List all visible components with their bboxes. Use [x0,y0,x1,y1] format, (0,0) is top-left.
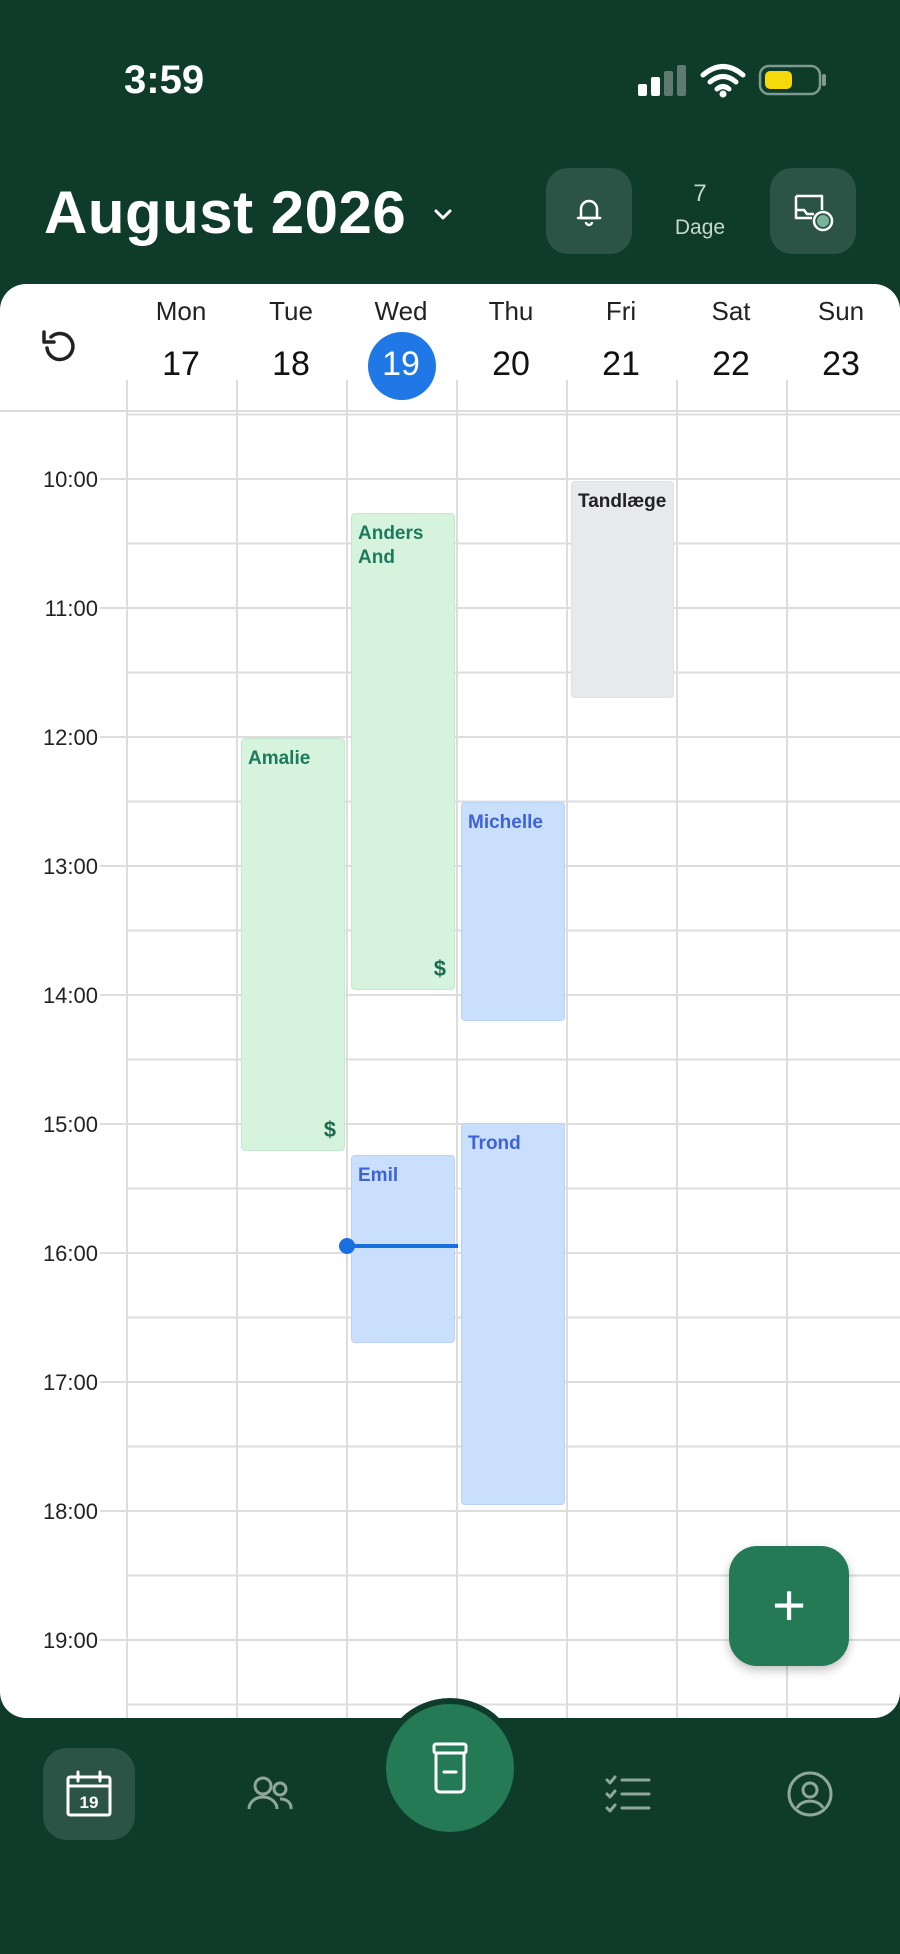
nav-profile[interactable] [764,1748,856,1840]
paid-icon: $ [433,956,446,981]
calendar-icon-date: 19 [80,1793,99,1812]
add-event-button[interactable]: + [729,1546,849,1666]
time-label: 16:00 [42,1241,98,1266]
event-trond[interactable]: Trond [461,1123,565,1505]
day-column-header[interactable]: Thu 20 [456,296,566,384]
days-count: 7 [693,180,707,207]
bottom-navigation: 19 [0,1698,900,1954]
time-label: 14:00 [42,983,98,1008]
day-date: 21 [602,345,640,383]
people-icon [247,1776,293,1810]
calendar-grid [100,380,900,1718]
day-date: 22 [712,345,750,383]
day-name: Sat [711,296,751,326]
wifi-icon [700,64,746,98]
time-label: 15:00 [42,1112,98,1137]
day-column-header[interactable]: Sun 23 [786,296,896,384]
status-bar: 3:59 [0,0,900,160]
day-date: 17 [162,345,200,383]
event-title: Tandlæge [578,491,667,512]
day-column-header[interactable]: Tue 18 [236,296,346,384]
battery-icon [758,64,826,96]
day-date: 20 [492,345,530,383]
time-label: 13:00 [42,854,98,879]
event-title: Trond [468,1133,521,1154]
day-name: Fri [605,296,637,326]
day-column-header[interactable]: Sat 22 [676,296,786,384]
calendar-icon: 19 [66,1770,112,1817]
event-amalie[interactable]: Amalie $ [241,738,345,1151]
event-tandlaege[interactable]: Tandlæge [571,481,674,698]
cellular-signal-icon [638,65,686,96]
event-title: Michelle [468,812,543,833]
time-label: 17:00 [42,1370,98,1395]
day-date: 19 [382,345,420,383]
inbox-icon [794,194,834,232]
nav-center-action[interactable] [386,1704,514,1832]
time-label: 10:00 [42,467,98,492]
day-column-header[interactable]: Mon 17 [126,296,236,384]
current-time-dot [339,1238,355,1254]
calendar-header: August 2026 7 Dage [0,160,900,275]
profile-icon [787,1771,833,1817]
day-date: 18 [272,345,310,383]
time-label: 18:00 [42,1499,98,1524]
day-name: Sun [817,296,865,326]
day-column-header-today[interactable]: Wed 19 [346,296,456,384]
nav-calendar[interactable]: 19 [43,1748,135,1840]
event-title: Emil [358,1165,399,1186]
event-emil[interactable]: Emil [351,1155,455,1343]
current-time-line [346,1244,458,1248]
chevron-down-icon[interactable] [428,200,458,230]
days-selector[interactable]: 7 Dage [660,180,740,240]
event-title: Amalie [248,748,311,769]
status-time: 3:59 [124,58,205,102]
time-label: 11:00 [44,596,98,621]
time-label: 19:00 [42,1628,98,1653]
day-date: 23 [822,345,860,383]
checklist-icon [605,1775,651,1813]
bell-icon [576,199,602,227]
day-name: Wed [374,296,428,326]
month-title[interactable]: August 2026 [44,178,406,247]
event-title: Anders And [358,523,424,568]
notifications-button[interactable] [546,168,632,254]
days-label: Dage [674,216,726,239]
day-header-row: Mon 17 Tue 18 Wed 19 Thu 20 Fri 21 Sat 2… [0,284,900,412]
nav-clients[interactable] [224,1748,316,1840]
event-anders-and[interactable]: Anders And $ [351,513,455,990]
plus-icon: + [772,1573,806,1638]
day-name: Thu [488,296,534,326]
day-column-header[interactable]: Fri 21 [566,296,676,384]
time-label: 12:00 [42,725,98,750]
day-name: Mon [155,296,207,326]
day-name: Tue [269,296,313,326]
paid-icon: $ [323,1117,336,1142]
jar-icon [432,1742,468,1794]
nav-tasks[interactable] [582,1748,674,1840]
reset-icon[interactable] [38,324,82,368]
inbox-button[interactable] [770,168,856,254]
week-calendar: Mon 17 Tue 18 Wed 19 Thu 20 Fri 21 Sat 2… [0,284,900,1718]
event-michelle[interactable]: Michelle [461,802,565,1021]
